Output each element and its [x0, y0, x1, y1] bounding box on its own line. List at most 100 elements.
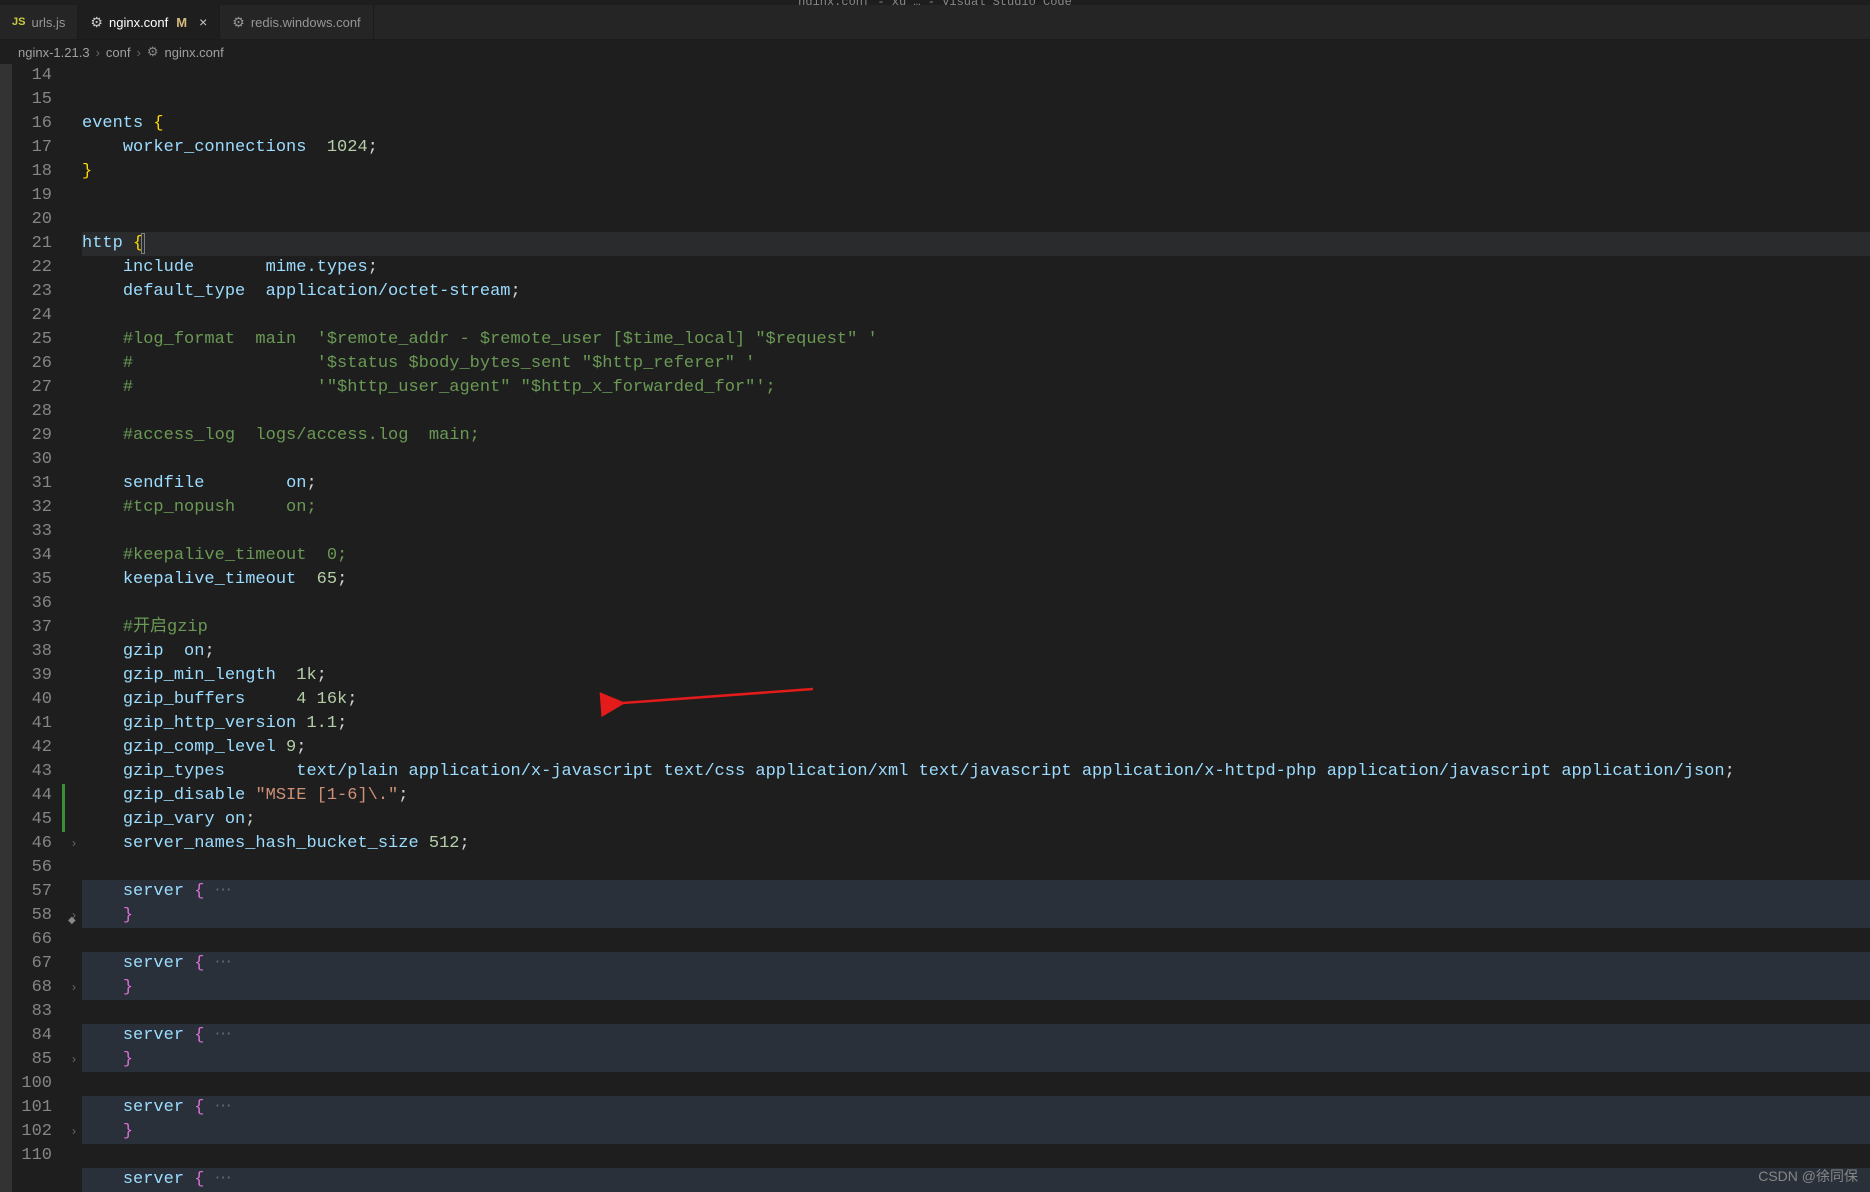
- code-line[interactable]: [82, 928, 1870, 952]
- line-number: 37: [12, 616, 52, 640]
- line-number: 30: [12, 448, 52, 472]
- code-line[interactable]: gzip_disable "MSIE [1-6]\.";: [82, 784, 1870, 808]
- code-line[interactable]: gzip_http_version 1.1;: [82, 712, 1870, 736]
- line-number: 20: [12, 208, 52, 232]
- code-line[interactable]: }: [82, 1120, 1870, 1144]
- line-number: 29: [12, 424, 52, 448]
- activity-bar[interactable]: [0, 64, 12, 1192]
- line-number: 25: [12, 328, 52, 352]
- line-number: 85: [12, 1048, 52, 1072]
- code-line[interactable]: #开启gzip: [82, 616, 1870, 640]
- line-number: 68: [12, 976, 52, 1000]
- editor: 1415161718192021222324252627282930313233…: [0, 64, 1870, 1192]
- code-line[interactable]: [82, 592, 1870, 616]
- code-line[interactable]: keepalive_timeout 65;: [82, 568, 1870, 592]
- close-icon[interactable]: ×: [199, 14, 207, 30]
- line-number: 40: [12, 688, 52, 712]
- js-file-icon: JS: [12, 16, 25, 28]
- code-line[interactable]: }: [82, 904, 1870, 928]
- tab-redis-windows-conf[interactable]: ⚙ redis.windows.conf: [220, 5, 373, 39]
- code-line[interactable]: #access_log logs/access.log main;: [82, 424, 1870, 448]
- line-number: 14: [12, 64, 52, 88]
- chevron-right-icon: ›: [96, 45, 100, 60]
- code-line[interactable]: gzip_min_length 1k;: [82, 664, 1870, 688]
- code-line[interactable]: #tcp_nopush on;: [82, 496, 1870, 520]
- code-line[interactable]: server { ⋯: [82, 1168, 1870, 1192]
- gear-icon: ⚙: [90, 14, 103, 31]
- line-number: 36: [12, 592, 52, 616]
- fold-chevron-icon[interactable]: ›: [66, 976, 82, 1000]
- line-number: 56: [12, 856, 52, 880]
- code-line[interactable]: [82, 1144, 1870, 1168]
- line-number: 26: [12, 352, 52, 376]
- code-line[interactable]: events {: [82, 112, 1870, 136]
- code-line[interactable]: }: [82, 976, 1870, 1000]
- line-number: 110: [12, 1144, 52, 1168]
- line-number: 23: [12, 280, 52, 304]
- line-number: 84: [12, 1024, 52, 1048]
- code-line[interactable]: }: [82, 160, 1870, 184]
- line-number: 16: [12, 112, 52, 136]
- line-number: 28: [12, 400, 52, 424]
- line-number: 39: [12, 664, 52, 688]
- code-line[interactable]: [82, 304, 1870, 328]
- line-number: 42: [12, 736, 52, 760]
- fold-chevron-icon[interactable]: ›: [66, 832, 82, 856]
- code-line[interactable]: gzip_vary on;: [82, 808, 1870, 832]
- code-line[interactable]: [82, 520, 1870, 544]
- code-line[interactable]: http {: [82, 232, 1870, 256]
- line-number: 101: [12, 1096, 52, 1120]
- fold-column[interactable]: ›◆››››: [66, 64, 82, 1192]
- code-line[interactable]: [82, 1072, 1870, 1096]
- tab-label: nginx.conf: [109, 15, 168, 30]
- code-line[interactable]: gzip on;: [82, 640, 1870, 664]
- code-line[interactable]: worker_connections 1024;: [82, 136, 1870, 160]
- code-line[interactable]: [82, 1000, 1870, 1024]
- code-line[interactable]: gzip_comp_level 9;: [82, 736, 1870, 760]
- line-number: 38: [12, 640, 52, 664]
- gear-icon: ⚙: [232, 14, 245, 31]
- code-line[interactable]: [82, 208, 1870, 232]
- breadcrumb-item[interactable]: nginx-1.21.3: [18, 45, 90, 60]
- code-line[interactable]: [82, 448, 1870, 472]
- line-number: 19: [12, 184, 52, 208]
- code-line[interactable]: [82, 400, 1870, 424]
- line-number: 18: [12, 160, 52, 184]
- code-line[interactable]: #log_format main '$remote_addr - $remote…: [82, 328, 1870, 352]
- code-line[interactable]: server { ⋯: [82, 1024, 1870, 1048]
- code-line[interactable]: include mime.types;: [82, 256, 1870, 280]
- code-line[interactable]: gzip_buffers 4 16k;: [82, 688, 1870, 712]
- line-number: 27: [12, 376, 52, 400]
- code-line[interactable]: server_names_hash_bucket_size 512;: [82, 832, 1870, 856]
- code-line[interactable]: # '"$http_user_agent" "$http_x_forwarded…: [82, 376, 1870, 400]
- line-number: 67: [12, 952, 52, 976]
- tab-nginx-conf[interactable]: ⚙nginx.confM×: [78, 5, 220, 39]
- code-line[interactable]: server { ⋯: [82, 880, 1870, 904]
- code-line[interactable]: gzip_types text/plain application/x-java…: [82, 760, 1870, 784]
- breadcrumb-item[interactable]: nginx.conf: [164, 45, 223, 60]
- code-line[interactable]: default_type application/octet-stream;: [82, 280, 1870, 304]
- fold-chevron-icon[interactable]: ›: [66, 1120, 82, 1144]
- line-number-gutter: 1415161718192021222324252627282930313233…: [12, 64, 66, 1192]
- line-number: 22: [12, 256, 52, 280]
- line-number: 31: [12, 472, 52, 496]
- fold-chevron-icon[interactable]: ›: [66, 1048, 82, 1072]
- tab-label: urls.js: [31, 15, 65, 30]
- tab-urls-js[interactable]: JS urls.js: [0, 5, 78, 39]
- code-line[interactable]: # '$status $body_bytes_sent "$http_refer…: [82, 352, 1870, 376]
- code-line[interactable]: server { ⋯: [82, 1096, 1870, 1120]
- code-line[interactable]: [82, 856, 1870, 880]
- code-area[interactable]: events { worker_connections 1024;} http {…: [82, 64, 1870, 1192]
- breadcrumb[interactable]: nginx-1.21.3›conf›⚙nginx.conf: [0, 40, 1870, 64]
- tab-label: redis.windows.conf: [251, 15, 361, 30]
- code-line[interactable]: sendfile on;: [82, 472, 1870, 496]
- code-line[interactable]: [82, 184, 1870, 208]
- code-line[interactable]: #keepalive_timeout 0;: [82, 544, 1870, 568]
- breadcrumb-item[interactable]: conf: [106, 45, 131, 60]
- line-number: 17: [12, 136, 52, 160]
- code-line[interactable]: server { ⋯: [82, 952, 1870, 976]
- line-number: 35: [12, 568, 52, 592]
- code-line[interactable]: }: [82, 1048, 1870, 1072]
- line-number: 46: [12, 832, 52, 856]
- line-number: 83: [12, 1000, 52, 1024]
